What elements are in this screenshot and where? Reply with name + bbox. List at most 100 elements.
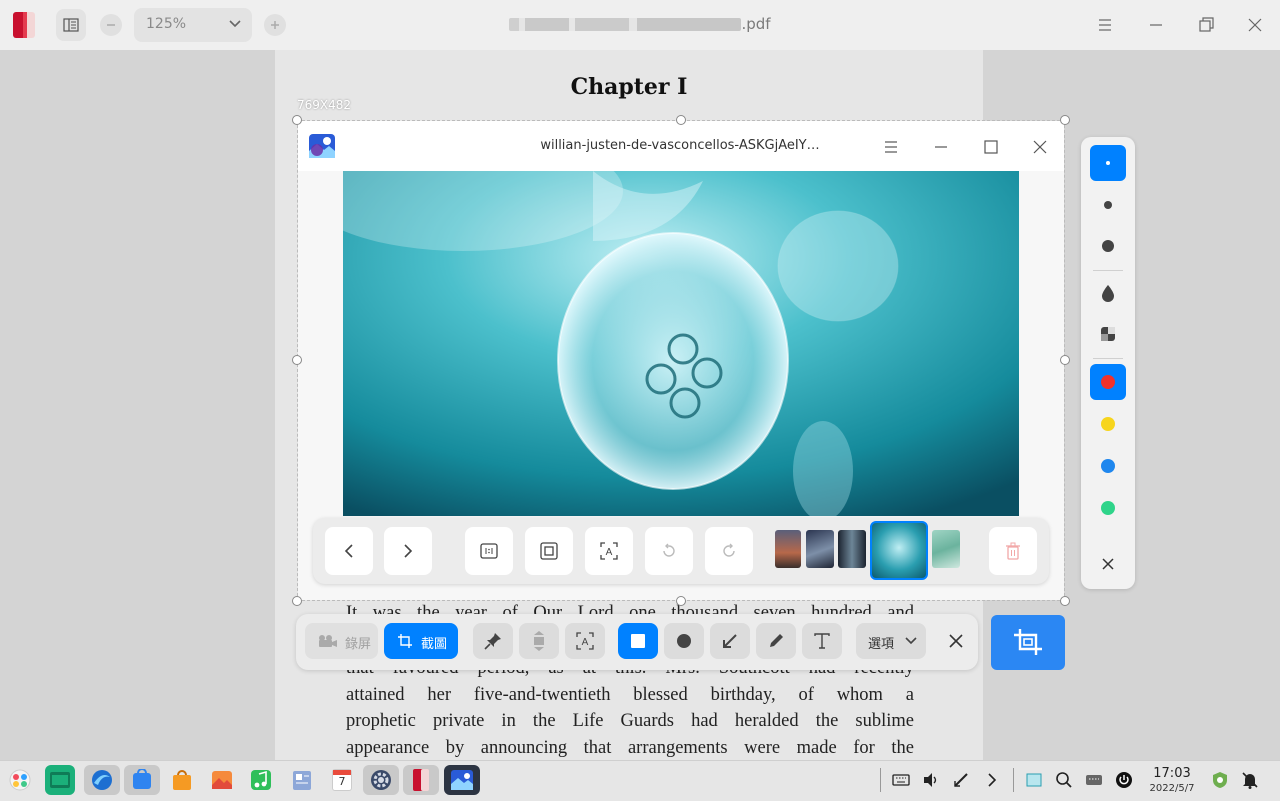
chevron-down-icon <box>229 20 241 28</box>
onscreen-keyboard-icon[interactable] <box>1085 771 1103 789</box>
taskbar-app-multitask[interactable] <box>45 765 75 795</box>
taskbar-app-reader[interactable] <box>403 765 439 795</box>
resize-handle-bottom-right[interactable] <box>1060 596 1070 606</box>
screenshot-mode-button[interactable]: 截圖 <box>384 623 458 659</box>
close-capture-icon[interactable] <box>948 633 964 649</box>
shopping-bag-icon <box>173 770 191 790</box>
paragraph-line: prophetic private in the Life Guards had… <box>346 711 914 731</box>
resize-handle-bottom[interactable] <box>676 596 686 606</box>
redacted-filename <box>509 18 742 31</box>
resize-handle-top[interactable] <box>676 115 686 125</box>
taskbar-app-settings[interactable] <box>363 765 399 795</box>
mosaic-icon <box>1101 327 1115 341</box>
resize-handle-bottom-left[interactable] <box>292 596 302 606</box>
minus-icon <box>107 24 115 26</box>
stylus-icon[interactable] <box>952 771 970 789</box>
pen-tool-button[interactable] <box>756 623 796 659</box>
small-dot-icon <box>1106 161 1110 165</box>
pencil-icon <box>770 634 783 647</box>
pin-button[interactable] <box>473 623 513 659</box>
search-icon[interactable] <box>1055 771 1073 789</box>
taskbar-app-browser[interactable] <box>84 765 120 795</box>
taskbar-app-shop[interactable] <box>167 765 197 795</box>
screenshot-tray-icon[interactable] <box>1025 771 1043 789</box>
video-camera-icon <box>319 635 337 647</box>
multitask-icon <box>50 772 70 788</box>
document-filename: .pdf <box>440 15 840 33</box>
minimize-icon[interactable] <box>1147 16 1165 34</box>
chevron-down-icon <box>905 637 917 645</box>
options-dropdown[interactable]: 選項 <box>856 623 926 659</box>
arrow-tool-button[interactable] <box>710 623 750 659</box>
chevron-right-icon[interactable] <box>983 771 1001 789</box>
stroke-size-small-button[interactable] <box>1090 145 1126 181</box>
rectangle-tool-button[interactable] <box>618 623 658 659</box>
stroke-size-medium-button[interactable] <box>1090 187 1126 223</box>
record-screen-button[interactable]: 錄屏 <box>305 623 378 659</box>
thumbnails-icon <box>63 18 79 32</box>
taskbar-app-store[interactable] <box>124 765 160 795</box>
color-green-button[interactable] <box>1090 490 1126 526</box>
zoom-in-button[interactable] <box>264 14 286 36</box>
record-screen-label: 錄屏 <box>345 637 372 652</box>
zoom-out-button[interactable] <box>100 14 122 36</box>
color-yellow-button[interactable] <box>1090 406 1126 442</box>
taskbar-app-music[interactable] <box>246 765 276 795</box>
resize-handle-right[interactable] <box>1060 355 1070 365</box>
reader-logo-icon <box>10 10 38 40</box>
panel-divider <box>1093 358 1123 359</box>
taskbar-app-photos[interactable] <box>207 765 237 795</box>
stroke-size-large-button[interactable] <box>1090 228 1126 264</box>
ellipse-tool-button[interactable] <box>664 623 704 659</box>
resize-handle-top-right[interactable] <box>1060 115 1070 125</box>
panel-divider <box>1093 270 1123 271</box>
close-icon[interactable] <box>1246 16 1264 34</box>
volume-icon[interactable] <box>922 771 940 789</box>
options-label: 選項 <box>868 637 895 652</box>
large-dot-icon <box>1102 240 1114 252</box>
calendar-day: 7 <box>338 775 346 788</box>
text-icon <box>814 633 830 649</box>
clock-date[interactable]: 2022/5/7 <box>1146 783 1198 794</box>
scroll-capture-button[interactable] <box>519 623 559 659</box>
taskbar-app-image-viewer[interactable] <box>444 765 480 795</box>
ocr-text-icon: A <box>576 632 594 650</box>
mosaic-button[interactable] <box>1090 316 1126 352</box>
rectangle-icon <box>631 634 645 648</box>
filename-extension: .pdf <box>741 15 771 33</box>
water-drop-icon <box>1102 285 1114 302</box>
screenshot-selection[interactable] <box>297 120 1065 601</box>
taskbar-app-calendar[interactable]: 7 <box>327 765 357 795</box>
power-icon[interactable] <box>1115 771 1133 789</box>
menu-icon[interactable] <box>1096 16 1114 34</box>
zoom-select[interactable]: 125% <box>134 8 252 42</box>
security-shield-icon[interactable] <box>1211 771 1229 789</box>
launcher-icon <box>9 769 31 791</box>
music-icon <box>251 770 271 790</box>
color-swatch-red <box>1101 375 1115 389</box>
reader-icon <box>413 769 429 791</box>
sidebar-toggle-button[interactable] <box>56 9 86 41</box>
text-tool-button[interactable] <box>802 623 842 659</box>
resize-handle-left[interactable] <box>292 355 302 365</box>
screenshot-icon <box>398 634 412 648</box>
notifications-off-icon[interactable] <box>1241 771 1259 789</box>
blur-button[interactable] <box>1090 275 1126 311</box>
color-blue-button[interactable] <box>1090 448 1126 484</box>
paragraph-line: appearance by announcing that arrangemen… <box>346 738 914 758</box>
resize-handle-top-left[interactable] <box>292 115 302 125</box>
clock-time[interactable]: 17:03 <box>1148 766 1196 781</box>
screenshot-mode-label: 截圖 <box>421 637 448 652</box>
circle-icon <box>677 634 691 648</box>
crop-save-icon <box>1014 629 1042 655</box>
ocr-extract-text-button[interactable]: A <box>565 623 605 659</box>
launcher-button[interactable] <box>5 765 35 795</box>
taskbar-app-contacts[interactable] <box>287 765 317 795</box>
close-panel-icon[interactable] <box>1100 556 1116 572</box>
restore-icon[interactable] <box>1197 16 1215 34</box>
svg-text:A: A <box>582 637 589 648</box>
color-red-button[interactable] <box>1090 364 1126 400</box>
save-screenshot-button[interactable] <box>991 615 1065 670</box>
keyboard-icon[interactable] <box>892 771 910 789</box>
color-swatch-blue <box>1101 459 1115 473</box>
